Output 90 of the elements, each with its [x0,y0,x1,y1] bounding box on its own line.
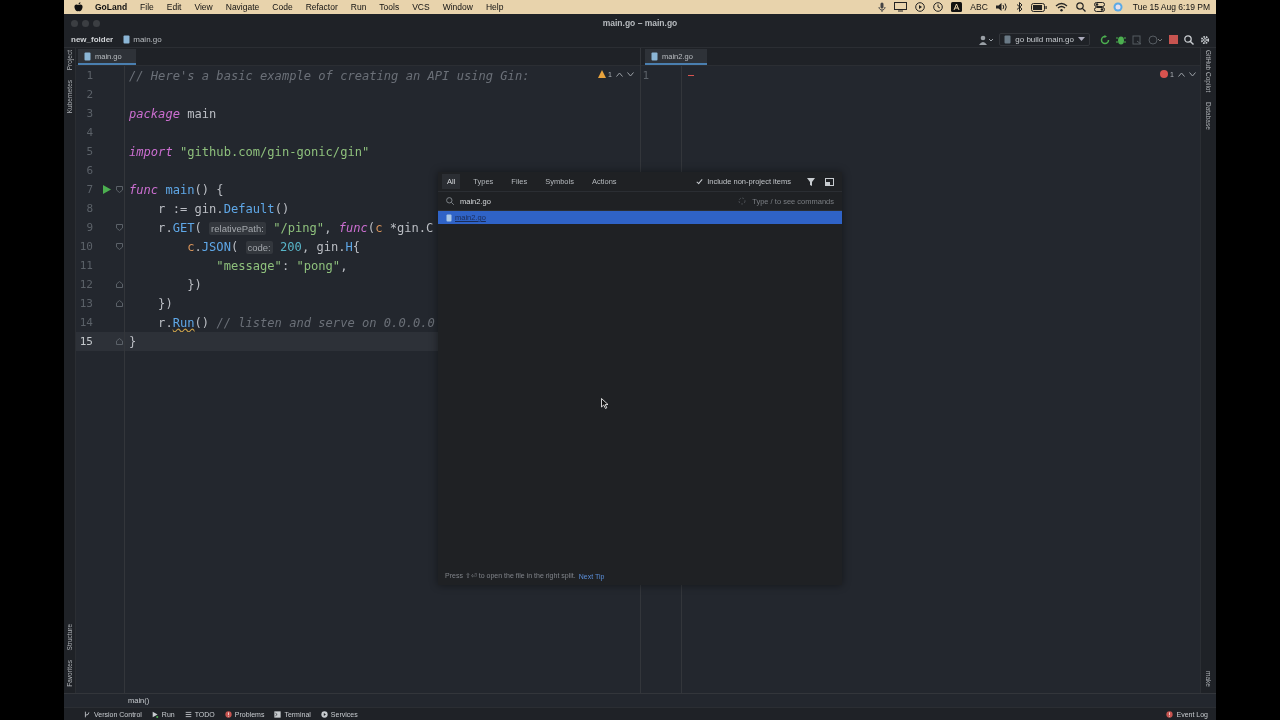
spinner-icon [738,197,747,205]
fold-marker-icon[interactable] [116,186,123,193]
filter-icon[interactable] [807,177,815,186]
list-icon [184,710,192,718]
error-icon [1166,710,1174,718]
clock-icon[interactable] [933,2,944,12]
code-line: r.Run() // listen and serve on 0.0.0.0 [157,315,435,330]
line-number: 7 [85,183,93,196]
run-icon [151,710,159,718]
display-icon[interactable] [894,2,908,12]
line-number: 8 [85,202,93,215]
code-line: func main() { [129,182,224,197]
error-icon [1160,70,1169,78]
fold-marker-icon[interactable] [116,338,123,345]
code-line: r.GET( relativePath: "/ping", func(c *gin.C [157,220,434,235]
keyboard-letter-icon[interactable] [951,2,963,12]
line-number: 14 [78,316,93,329]
run-icon[interactable] [103,185,111,194]
line-number: 3 [85,107,93,120]
battery-icon[interactable] [1030,2,1047,12]
menu-item[interactable]: View [194,2,213,12]
go-file-icon [446,213,452,222]
run-config-dropdown[interactable]: go build main.go [999,33,1090,46]
line-number: 1 [85,69,93,82]
branch-icon [84,710,91,718]
fold-marker-icon[interactable] [116,224,123,231]
go-file-icon [123,35,131,44]
go-file-icon [1004,35,1012,44]
line-number: 6 [85,164,93,177]
code-line: } [129,334,137,349]
code-line: }) [157,296,173,311]
toggle-switches-icon[interactable] [1093,2,1105,12]
warning-icon [598,70,607,78]
fold-marker-icon[interactable] [116,300,123,307]
search-icon[interactable] [1184,34,1194,45]
line-number: 1 [641,69,649,82]
code-line: r := gin.Default() [157,201,290,216]
menu-item[interactable]: Tools [379,2,400,12]
code-line: import "github.com/gin-gonic/gin" [129,144,370,159]
menu-item[interactable]: Help [485,2,504,12]
nav-crumb[interactable]: main.go [133,35,162,44]
menu-item[interactable]: Navigate [225,2,260,12]
menu-item[interactable]: Run [350,2,367,12]
line-number: 9 [85,221,93,234]
menu-item[interactable]: VCS [412,2,430,12]
debug-bug-icon[interactable] [1116,34,1126,45]
user-icon[interactable] [979,34,994,45]
play-circle-icon[interactable] [915,2,926,12]
text-cursor [688,75,694,76]
search-icon[interactable] [1075,2,1086,12]
volume-icon[interactable] [995,2,1008,12]
menu-item[interactable]: Refactor [305,2,338,12]
line-number: 11 [78,259,93,272]
menu-clock[interactable]: Tue 15 Aug 6:19 PM [1132,2,1210,12]
window-icon[interactable] [825,177,834,186]
fold-marker-icon[interactable] [116,243,123,250]
window-title: main.go – main.go [601,18,679,28]
search-icon [446,197,454,205]
line-number: 10 [78,240,93,253]
code-line: }) [186,277,202,292]
mouse-pointer-icon [601,398,609,409]
nav-crumb[interactable]: new_folder [71,35,114,44]
menu-item[interactable]: Window [442,2,473,12]
menu-item[interactable]: Edit [166,2,182,12]
caret-icon [1078,37,1085,42]
go-file-icon [651,51,658,61]
menu-logo-icon [74,2,83,12]
line-number: 12 [78,278,93,291]
line-number: 13 [78,297,93,310]
microphone-icon[interactable] [878,2,887,12]
input-source[interactable]: ABC [970,2,988,12]
error-icon [224,710,232,718]
fold-marker-icon[interactable] [116,281,123,288]
settings-icon[interactable] [1200,34,1210,45]
app-menu[interactable]: GoLand [95,2,128,12]
bluetooth-icon[interactable] [1015,2,1023,12]
code-line: package main [129,106,217,121]
menu-item[interactable]: File [140,2,154,12]
line-number: 15 [78,335,93,348]
line-number: 2 [85,88,93,101]
colorful-orb-icon[interactable] [1112,2,1123,12]
code-line: // Here's a basic example of creating an API using Gin: [129,68,530,83]
code-line: c.JSON( code: 200, gin.H{ [186,239,361,254]
go-file-icon [84,51,91,61]
code-line: "message": "pong", [215,258,348,273]
line-number: 4 [85,126,93,139]
wifi-icon[interactable] [1054,2,1068,12]
menu-item[interactable]: Code [272,2,293,12]
line-number: 5 [85,145,93,158]
rerun-icon[interactable] [1100,34,1110,45]
